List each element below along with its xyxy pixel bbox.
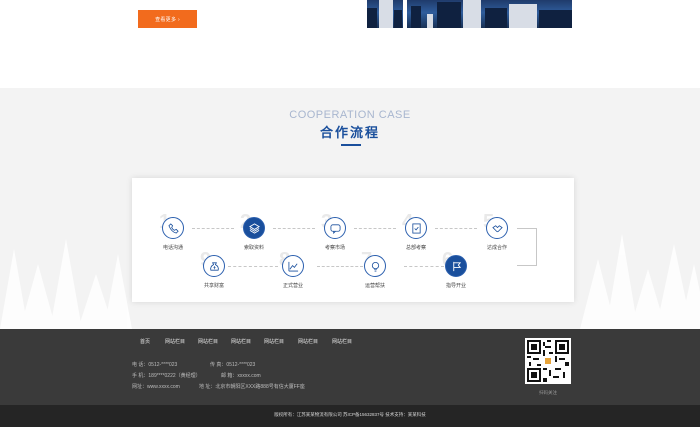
process-card: 1 电话沟通 2 索取资料 3 考察市场 4 总部考察 5 达成合作 6: [132, 178, 574, 302]
step-6: 6 指导开业: [426, 249, 486, 305]
bulb-icon: [364, 255, 386, 277]
flag-icon: [445, 255, 467, 277]
qr-code: [525, 338, 571, 384]
city-buildings-image: [367, 0, 572, 28]
chart-icon: [282, 255, 304, 277]
step-8: 8 正式营业: [263, 249, 323, 305]
chat-icon: [324, 217, 346, 239]
footer: 首页 网站栏目 网站栏目 网站栏目 网站栏目 网站栏目 网站栏目 电 话：051…: [0, 329, 700, 405]
qr-code-label: 扫码关注: [539, 390, 557, 395]
footer-mobile: 手 机：189****0222（黄经理）: [132, 373, 201, 379]
copyright-bar: 版权所有：江苏某某物流有限公司 苏ICP备15632837号 技术支持：某某科技: [0, 405, 700, 427]
money-bag-icon: [203, 255, 225, 277]
footer-nav-item[interactable]: 网站栏目: [332, 338, 352, 345]
section-title-cn: 合作流程: [319, 125, 380, 140]
checklist-icon: [405, 217, 427, 239]
footer-nav-item[interactable]: 网站栏目: [165, 338, 185, 345]
step-9: 9 共享财富: [184, 249, 244, 305]
footer-nav-home[interactable]: 首页: [140, 338, 150, 345]
footer-nav-item[interactable]: 网站栏目: [198, 338, 218, 345]
footer-phone: 电 话：0512-****023: [132, 362, 178, 368]
footer-email: 邮 箱：xxxxx.com: [221, 373, 261, 379]
view-more-button[interactable]: 查看更多 ›: [138, 10, 197, 28]
top-section: 查看更多 ›: [0, 0, 700, 88]
footer-address: 地 址：北京市朝阳区XXX路888号有信大厦FF座: [199, 384, 305, 390]
title-underline: [341, 144, 361, 146]
handshake-icon: [486, 217, 508, 239]
step-7: 7 运营帮扶: [345, 249, 405, 305]
footer-nav-item[interactable]: 网站栏目: [264, 338, 284, 345]
footer-website: 网址：www.xxxx.com: [132, 384, 180, 390]
footer-nav-item[interactable]: 网站栏目: [298, 338, 318, 345]
section-title-en: COOPERATION CASE: [289, 109, 411, 121]
footer-fax: 传 真：0512-****023: [210, 362, 256, 368]
layers-icon: [243, 217, 265, 239]
footer-nav-item[interactable]: 网站栏目: [231, 338, 251, 345]
phone-icon: [162, 217, 184, 239]
copyright-text: 版权所有：江苏某某物流有限公司 苏ICP备15632837号 技术支持：某某科技: [274, 412, 426, 417]
